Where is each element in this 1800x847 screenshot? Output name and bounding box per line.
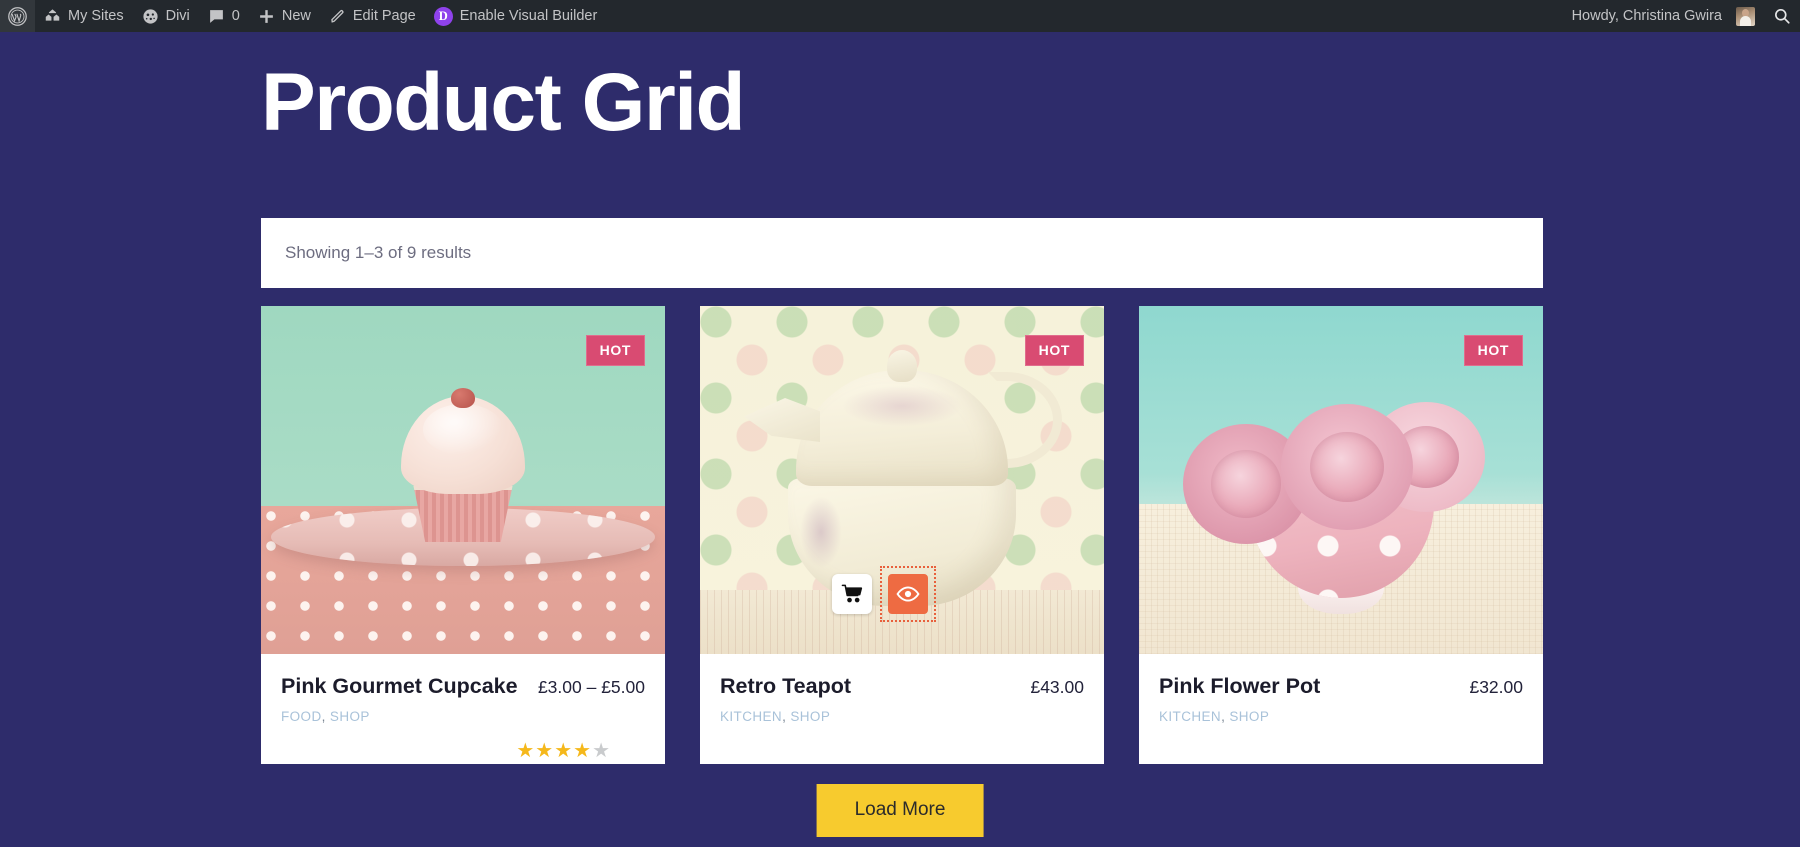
- howdy-label: Howdy, Christina Gwira: [1571, 8, 1722, 24]
- divi-label: Divi: [165, 8, 190, 24]
- product-card[interactable]: HOT Pink Flower Pot £32.00 KITCHEN, SHOP: [1139, 306, 1543, 764]
- product-title: Retro Teapot: [720, 674, 851, 698]
- wp-admin-bar: My Sites Divi 0 New Edit Page D Enable V…: [0, 0, 1800, 32]
- quick-view-button[interactable]: [888, 574, 928, 614]
- product-image[interactable]: HOT: [700, 306, 1104, 654]
- product-title: Pink Flower Pot: [1159, 674, 1321, 698]
- product-categories: KITCHEN, SHOP: [1159, 709, 1523, 724]
- enable-visual-builder-button[interactable]: D Enable Visual Builder: [425, 0, 607, 32]
- category-link[interactable]: SHOP: [1229, 709, 1269, 724]
- product-categories: FOOD, SHOP: [281, 709, 645, 724]
- load-more-button[interactable]: Load More: [816, 784, 984, 837]
- star-filled: ★: [554, 740, 573, 762]
- product-hover-actions: [832, 566, 936, 622]
- enable-visual-builder-label: Enable Visual Builder: [459, 8, 598, 24]
- quick-view-selection-outline[interactable]: [880, 566, 936, 622]
- product-info: Pink Gourmet Cupcake £3.00 – £5.00 FOOD,…: [261, 654, 665, 764]
- pencil-icon: [329, 8, 346, 25]
- product-image[interactable]: HOT: [261, 306, 665, 654]
- category-link[interactable]: FOOD: [281, 709, 322, 724]
- product-image[interactable]: HOT: [1139, 306, 1543, 654]
- product-card[interactable]: HOT Retro Teapot £43.00 KITCHEN, SHOP: [700, 306, 1104, 764]
- my-account-menu[interactable]: Howdy, Christina Gwira: [1563, 0, 1764, 32]
- plus-icon: [258, 8, 275, 25]
- search-button[interactable]: [1764, 0, 1800, 32]
- results-count-text: Showing 1–3 of 9 results: [285, 243, 472, 262]
- page-content: Product Grid Showing 1–3 of 9 results HO…: [0, 32, 1800, 847]
- new-label: New: [281, 8, 311, 24]
- my-sites-icon: [44, 8, 61, 25]
- status-badge: HOT: [1024, 335, 1084, 366]
- category-link[interactable]: KITCHEN: [720, 709, 782, 724]
- product-title: Pink Gourmet Cupcake: [281, 674, 518, 698]
- status-badge: HOT: [1463, 335, 1523, 366]
- comments-menu[interactable]: 0: [199, 0, 249, 32]
- star-filled: ★: [573, 740, 592, 762]
- comments-count: 0: [231, 8, 240, 24]
- status-badge: HOT: [585, 335, 645, 366]
- divi-icon: [142, 8, 159, 25]
- star-filled: ★: [516, 740, 535, 762]
- product-price: £43.00: [1030, 677, 1084, 697]
- divi-d-icon: D: [433, 6, 453, 26]
- results-count-bar: Showing 1–3 of 9 results: [261, 218, 1543, 288]
- add-to-cart-button[interactable]: [832, 574, 872, 614]
- product-grid: HOT Pink Gourmet Cupcake £3.00 – £5.00 F…: [261, 306, 1543, 764]
- new-content-menu[interactable]: New: [249, 0, 320, 32]
- my-sites-menu[interactable]: My Sites: [35, 0, 133, 32]
- star-filled: ★: [535, 740, 554, 762]
- cart-icon: [841, 583, 863, 605]
- star-empty: ★: [592, 740, 610, 762]
- my-sites-label: My Sites: [68, 8, 124, 24]
- page-title: Product Grid: [261, 57, 746, 148]
- product-info: Pink Flower Pot £32.00 KITCHEN, SHOP: [1139, 654, 1543, 764]
- adminbar-right-group: Howdy, Christina Gwira: [1563, 0, 1800, 32]
- category-separator: ,: [321, 709, 330, 724]
- category-link[interactable]: SHOP: [330, 709, 370, 724]
- product-price: £3.00 – £5.00: [537, 677, 645, 697]
- edit-page-label: Edit Page: [352, 8, 416, 24]
- comment-bubble-icon: [208, 8, 225, 25]
- star-rating: ★ ★ ★ ★ ★: [516, 741, 610, 761]
- divi-menu[interactable]: Divi: [133, 0, 199, 32]
- wordpress-logo-button[interactable]: [0, 0, 35, 32]
- edit-page-button[interactable]: Edit Page: [320, 0, 425, 32]
- product-categories: KITCHEN, SHOP: [720, 709, 1084, 724]
- wordpress-logo-icon: [8, 6, 27, 26]
- search-icon: [1773, 7, 1791, 25]
- product-card[interactable]: HOT Pink Gourmet Cupcake £3.00 – £5.00 F…: [261, 306, 665, 764]
- category-link[interactable]: SHOP: [790, 709, 830, 724]
- category-link[interactable]: KITCHEN: [1159, 709, 1221, 724]
- eye-icon: [896, 582, 920, 606]
- avatar: [1736, 6, 1755, 26]
- product-info: Retro Teapot £43.00 KITCHEN, SHOP: [700, 654, 1104, 764]
- product-price: £32.00: [1469, 677, 1523, 697]
